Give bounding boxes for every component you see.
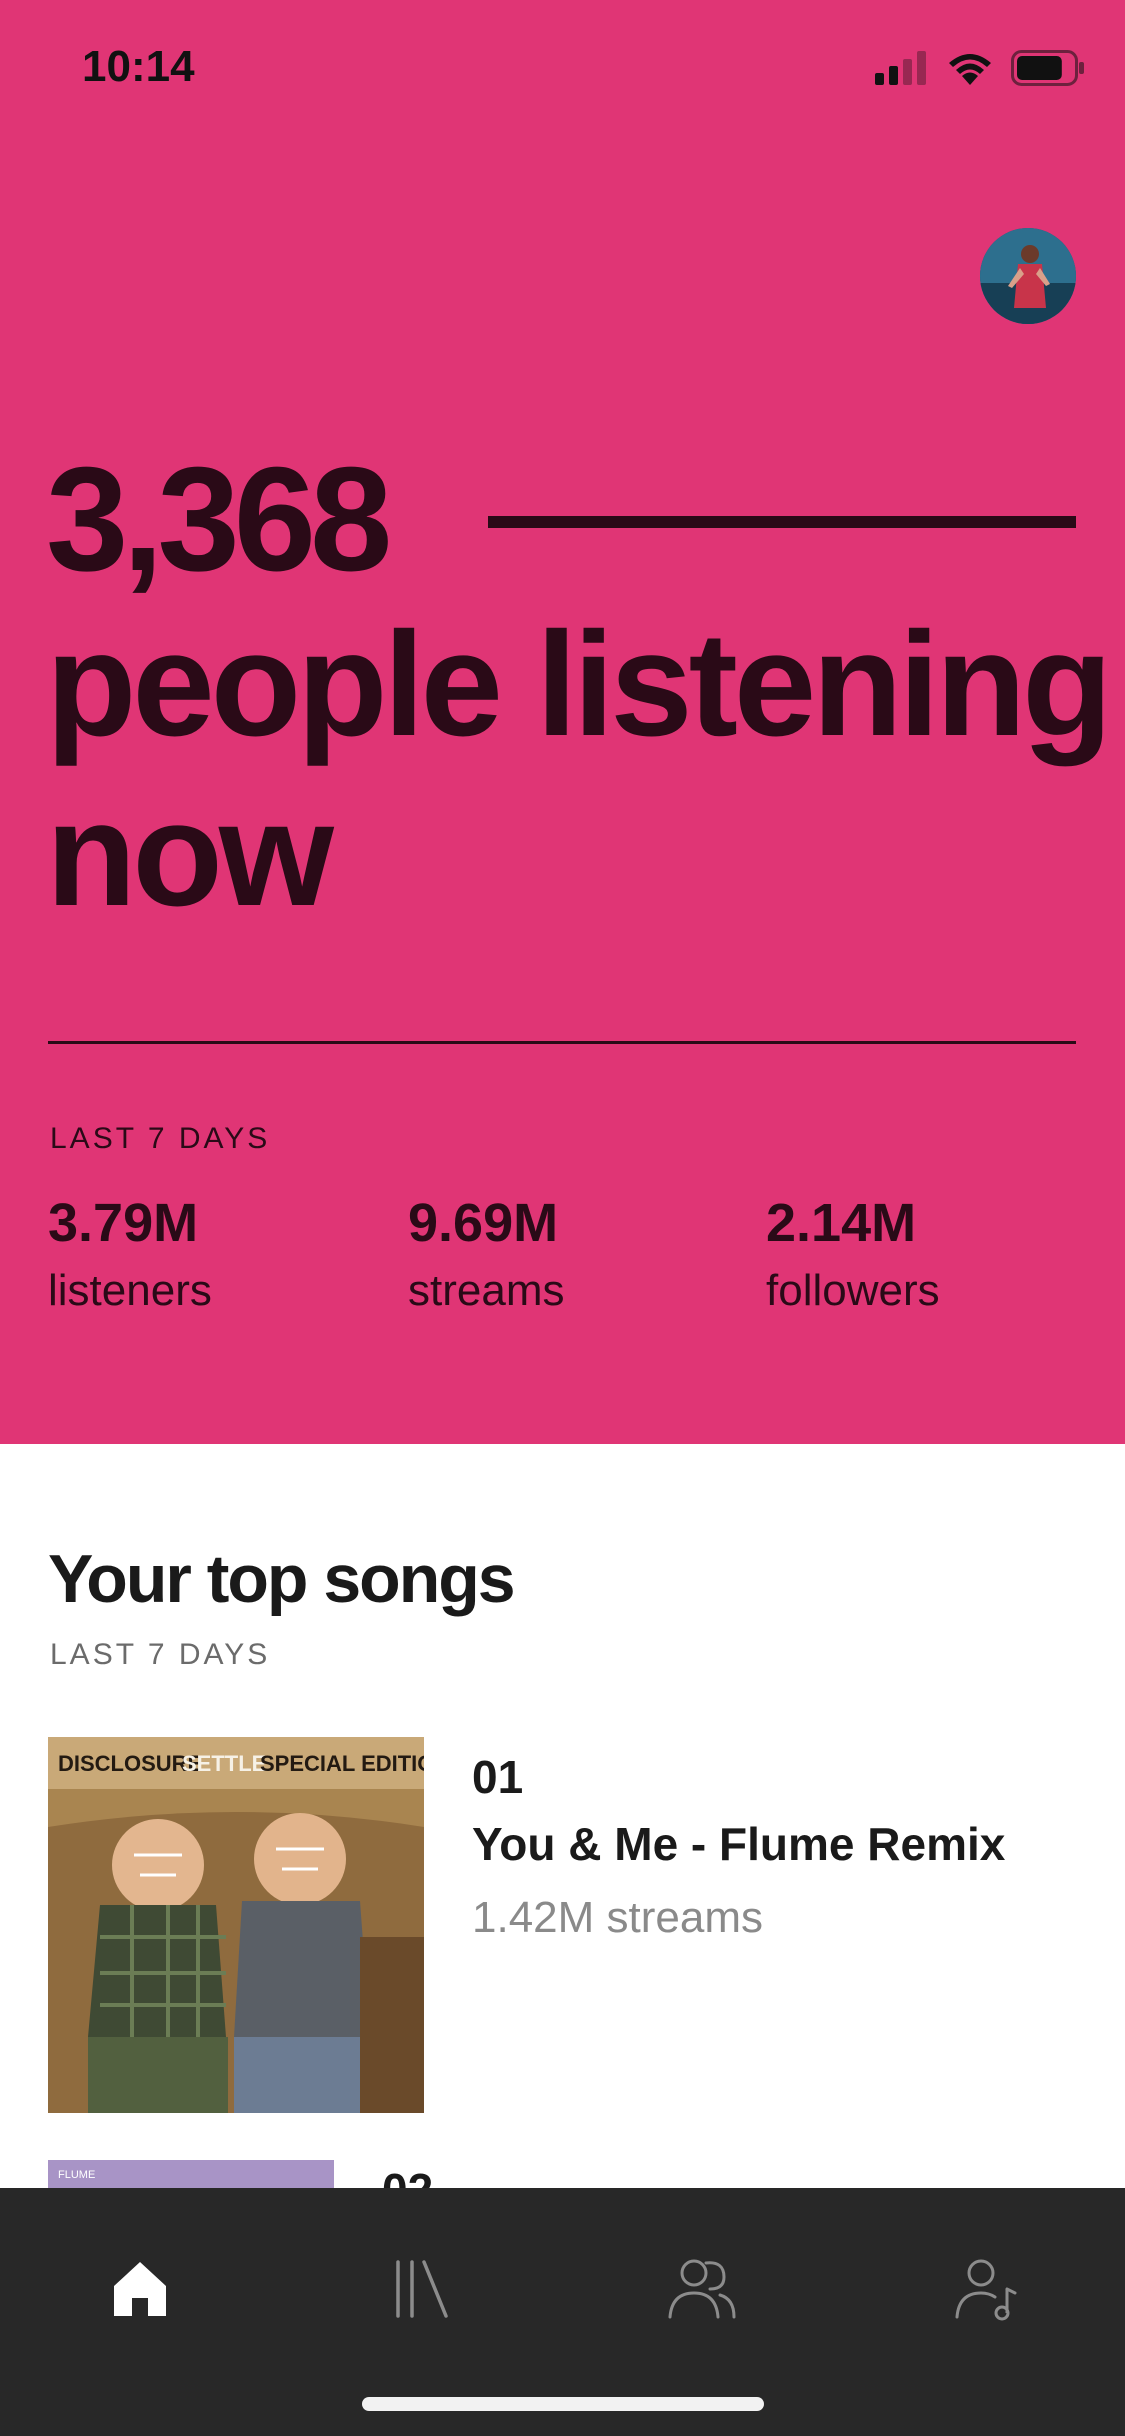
listening-caption-line1: people listening xyxy=(46,602,1113,767)
stat-value: 2.14M xyxy=(766,1193,917,1253)
home-indicator[interactable] xyxy=(362,2397,764,2411)
song-streams: 1.42M streams xyxy=(472,1893,763,1942)
tab-home[interactable] xyxy=(90,2238,190,2338)
artist-profile-icon xyxy=(955,2259,1017,2321)
song-title: You & Me - Flume Remix xyxy=(472,1818,1006,1870)
stat-value: 9.69M xyxy=(408,1193,559,1253)
wifi-icon xyxy=(949,54,991,85)
album-cover: DISCLOSURE SETTLE SPECIAL EDITION xyxy=(48,1737,424,2113)
headline-divider xyxy=(488,516,1076,528)
cover-artist-text: FLUME xyxy=(58,2169,95,2181)
status-time: 10:14 xyxy=(82,42,195,91)
status-icons xyxy=(875,48,1085,88)
battery-icon xyxy=(1011,50,1084,86)
home-icon xyxy=(114,2262,166,2316)
stat-followers: 2.14M followers xyxy=(766,1190,940,1326)
song-meta: 01 You & Me - Flume Remix 1.42M streams xyxy=(472,1747,1005,1955)
stat-streams: 9.69M streams xyxy=(408,1190,564,1326)
stat-label: followers xyxy=(766,1266,940,1315)
stats-divider xyxy=(48,1041,1076,1044)
cover-album-text: SETTLE xyxy=(182,1751,266,1776)
top-songs-period-label: LAST 7 DAYS xyxy=(50,1638,271,1671)
stat-label: streams xyxy=(408,1266,565,1315)
artist-avatar[interactable] xyxy=(980,228,1076,324)
stat-listeners: 3.79M listeners xyxy=(48,1190,212,1326)
album-art-image: DISCLOSURE SETTLE SPECIAL EDITION xyxy=(48,1737,424,2113)
status-bar: 10:14 xyxy=(0,0,1125,135)
stat-value: 3.79M xyxy=(48,1193,199,1253)
cover-edition-text: SPECIAL EDITION xyxy=(260,1751,424,1776)
listeners-hero: 10:14 3,368 people listening now LAST 7 … xyxy=(0,0,1125,1444)
audience-icon xyxy=(668,2259,736,2319)
cellular-signal-icon xyxy=(875,51,926,85)
song-list-item[interactable]: DISCLOSURE SETTLE SPECIAL EDITION 01 You… xyxy=(48,1737,1078,2117)
tab-audience[interactable] xyxy=(652,2238,752,2338)
avatar-image xyxy=(980,228,1076,324)
tab-profile[interactable] xyxy=(936,2238,1036,2338)
stats-period-label: LAST 7 DAYS xyxy=(50,1122,271,1155)
listening-caption-line2: now xyxy=(46,772,334,937)
listening-count: 3,368 xyxy=(46,437,392,602)
stat-label: listeners xyxy=(48,1266,212,1315)
library-icon xyxy=(396,2260,448,2318)
top-songs-title: Your top songs xyxy=(48,1541,516,1617)
cover-artist-text: DISCLOSURE xyxy=(58,1751,202,1776)
tab-library[interactable] xyxy=(372,2238,472,2338)
song-rank: 01 xyxy=(472,1751,524,1803)
